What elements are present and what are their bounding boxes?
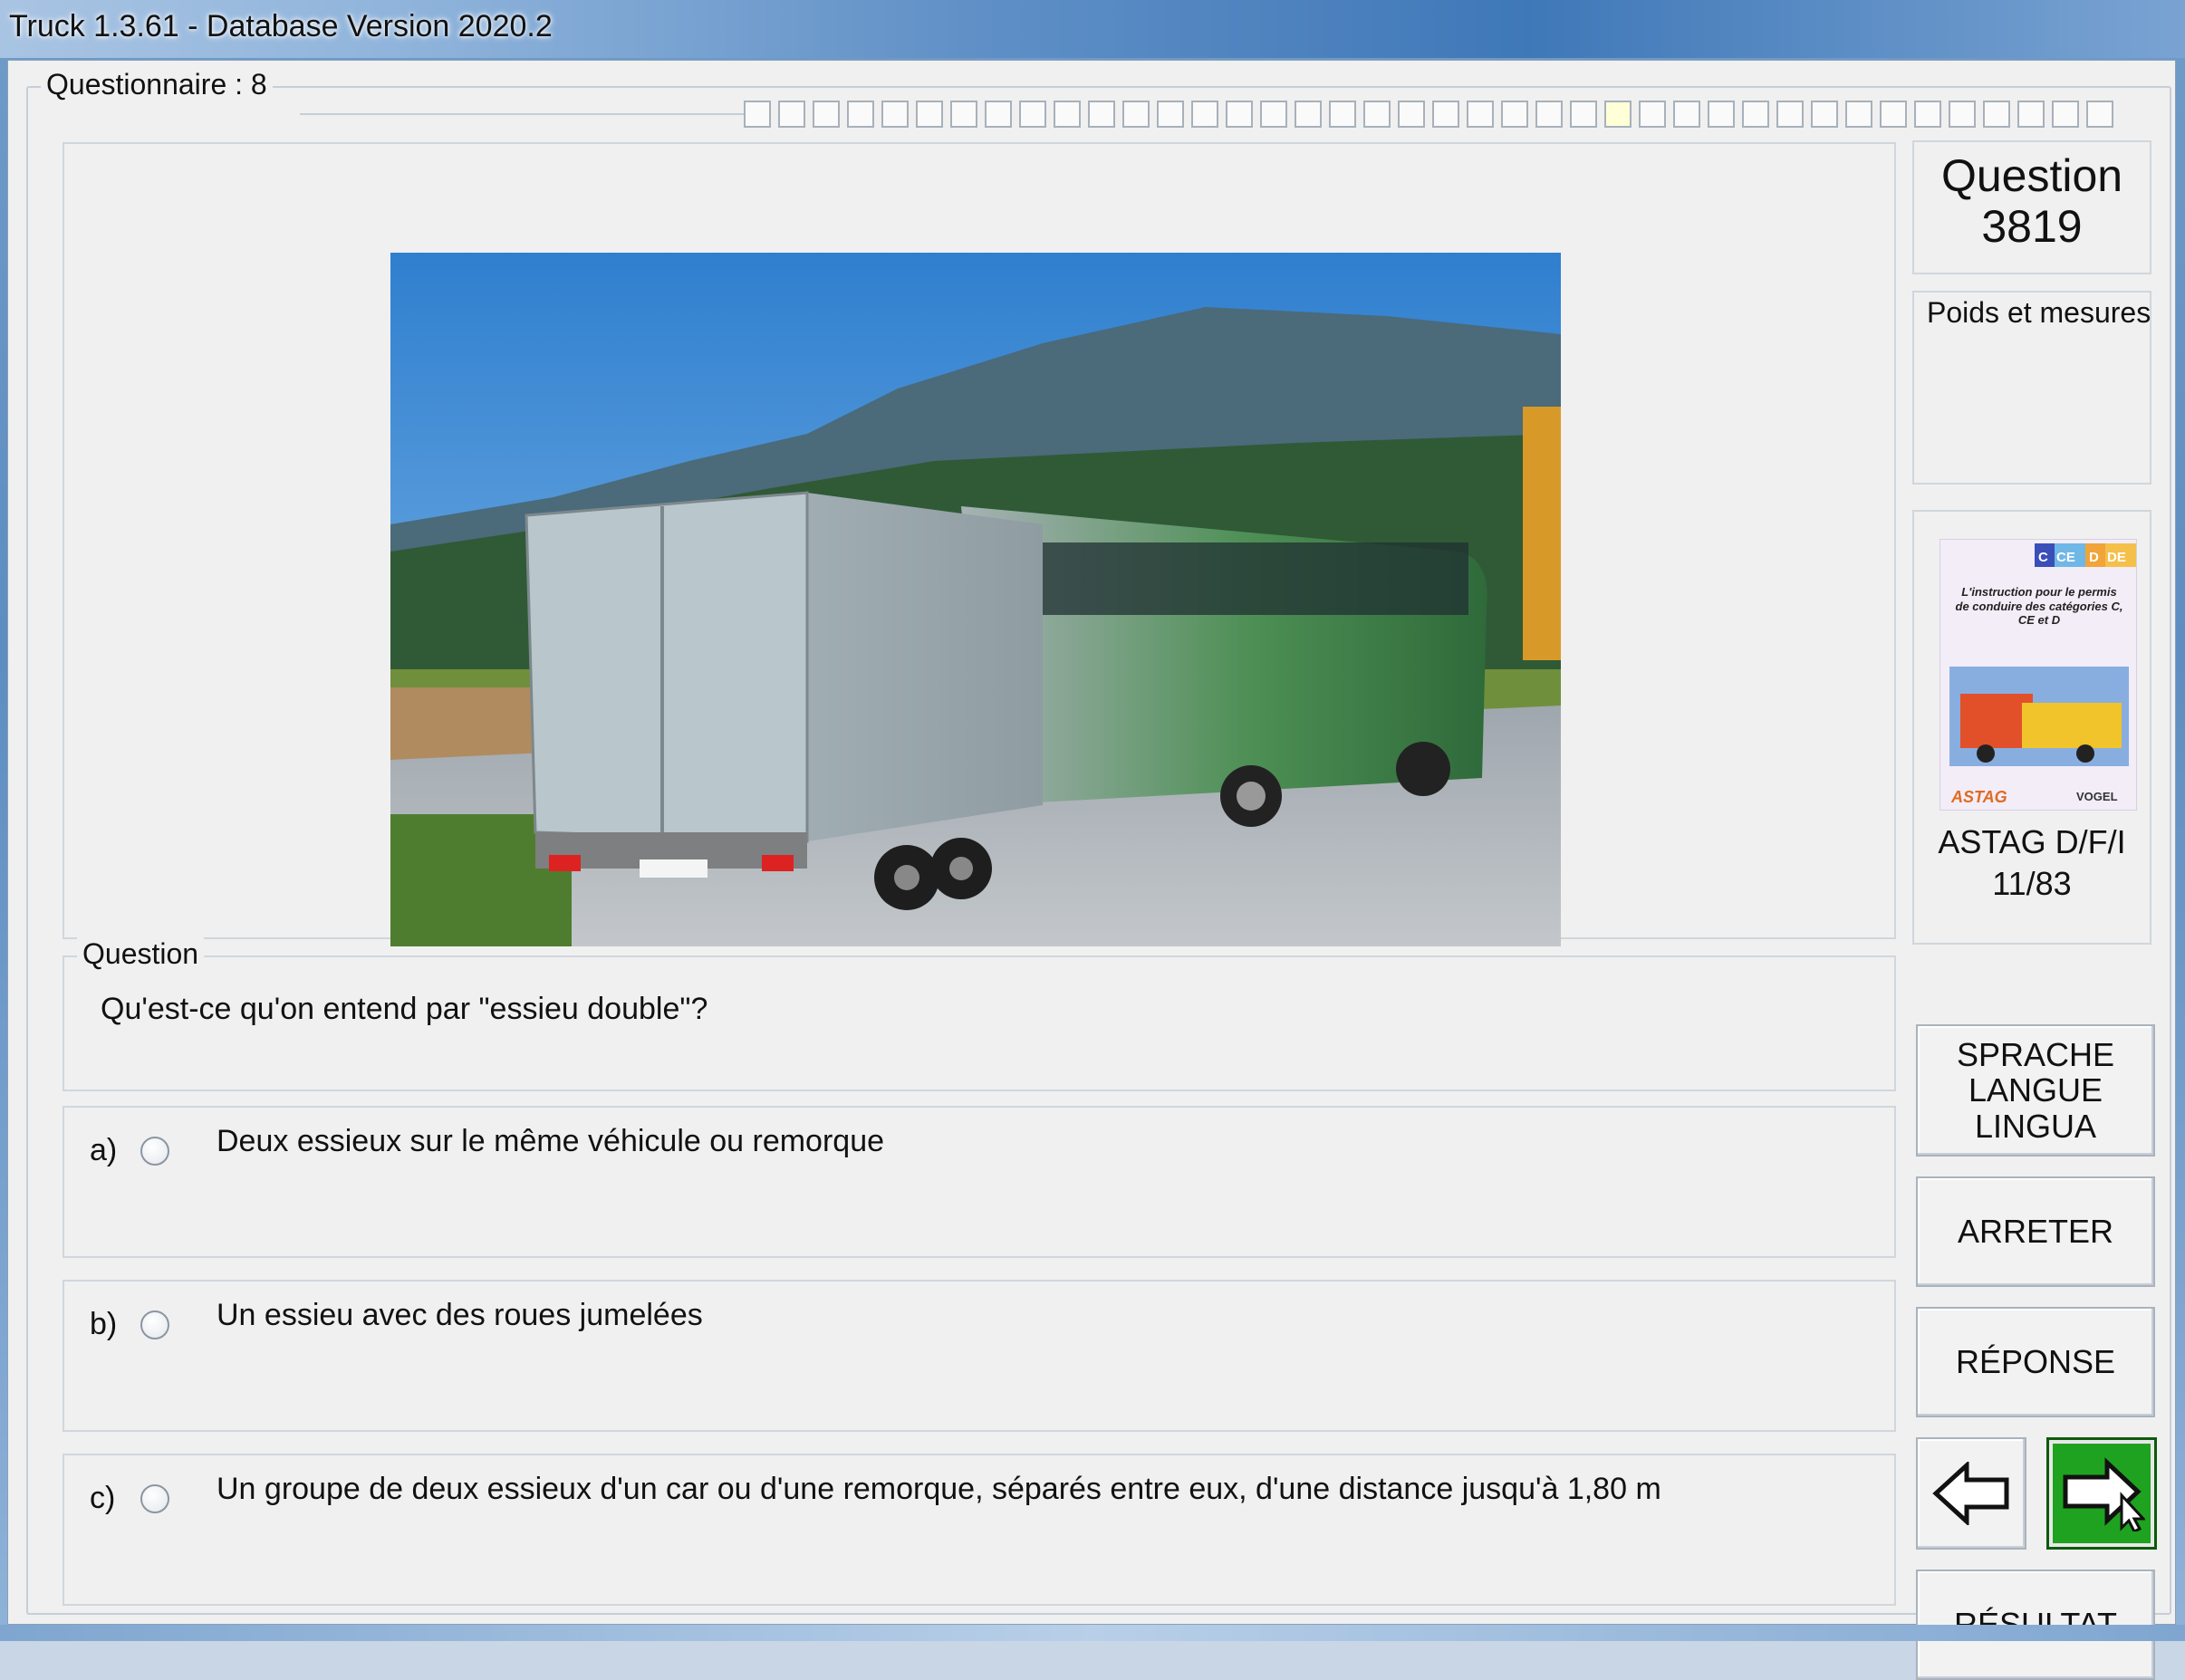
- progress-square: [1088, 101, 1115, 128]
- progress-square: [1157, 101, 1184, 128]
- reference-book-box: C CE D DE L'instruction pour le permis d…: [1912, 510, 2151, 945]
- language-label-fr: LANGUE: [1968, 1071, 2103, 1109]
- questionnaire-group: Questionnaire : 8 Question Qu'est-ce qu'…: [26, 68, 2171, 1680]
- progress-square: [1914, 101, 1941, 128]
- question-number-box: Question 3819: [1912, 140, 2151, 274]
- progress-square: [1949, 101, 1976, 128]
- question-box: Question Qu'est-ce qu'on entend par "ess…: [63, 937, 1896, 1091]
- question-progress: [744, 101, 2113, 128]
- book-badge: C: [2038, 550, 2048, 565]
- progress-square: [813, 101, 840, 128]
- answer-letter: c): [90, 1481, 116, 1515]
- stop-button[interactable]: ARRETER: [1916, 1176, 2155, 1287]
- progress-square: [1295, 101, 1322, 128]
- language-label-de: SPRACHE: [1956, 1035, 2115, 1073]
- answer-b-radio[interactable]: [140, 1310, 169, 1339]
- book-badge: CE: [2056, 550, 2075, 565]
- book-publisher-right: VOGEL: [2076, 790, 2118, 803]
- mouse-cursor-icon: [2120, 1492, 2145, 1531]
- progress-square: [881, 101, 909, 128]
- answer-button[interactable]: RÉPONSE: [1916, 1307, 2155, 1417]
- question-group-label: Question: [77, 937, 205, 971]
- progress-square: [744, 101, 771, 128]
- progress-square: [1398, 101, 1425, 128]
- progress-square: [1122, 101, 1150, 128]
- progress-square: [847, 101, 874, 128]
- progress-square: [916, 101, 943, 128]
- previous-button[interactable]: [1916, 1437, 2026, 1550]
- progress-square: [1054, 101, 1081, 128]
- answer-letter: a): [90, 1133, 118, 1167]
- client-area: Questionnaire : 8 Question Qu'est-ce qu'…: [7, 60, 2176, 1680]
- answer-letter: b): [90, 1307, 118, 1341]
- progress-square: [1501, 101, 1528, 128]
- left-arrow-icon: [1932, 1462, 2009, 1525]
- progress-square: [2086, 101, 2113, 128]
- book-label: ASTAG D/F/I: [1938, 823, 2126, 860]
- book-badge: DE: [2107, 550, 2126, 565]
- progress-square: [985, 101, 1012, 128]
- book-badge: D: [2089, 550, 2099, 565]
- progress-square: [1673, 101, 1700, 128]
- progress-square: [1708, 101, 1735, 128]
- language-button[interactable]: SPRACHE LANGUE LINGUA: [1916, 1024, 2155, 1157]
- window-title: Truck 1.3.61 - Database Version 2020.2: [9, 9, 553, 43]
- app-window: Truck 1.3.61 - Database Version 2020.2 Q…: [0, 0, 2185, 1680]
- answer-a-radio[interactable]: [140, 1137, 169, 1166]
- progress-square: [1570, 101, 1597, 128]
- language-label-it: LINGUA: [1974, 1107, 2097, 1145]
- progress-square: [1363, 101, 1391, 128]
- progress-square: [1776, 101, 1804, 128]
- category-label: Poids et mesures: [1927, 296, 2151, 329]
- progress-square: [2017, 101, 2045, 128]
- book-page: 11/83: [1992, 865, 2072, 902]
- question-number: 3819: [1981, 201, 2083, 252]
- progress-square: [1880, 101, 1907, 128]
- question-number-label: Question: [1940, 150, 2123, 201]
- book-publisher-left: ASTAG: [1950, 788, 2007, 806]
- right-arrow-icon: [2063, 1457, 2145, 1531]
- progress-square: [1639, 101, 1666, 128]
- progress-square: [950, 101, 977, 128]
- progress-square: [1329, 101, 1356, 128]
- answer-b[interactable]: b) Un essieu avec des roues jumelées: [63, 1280, 1896, 1432]
- progress-square: [1019, 101, 1046, 128]
- next-button[interactable]: [2046, 1437, 2157, 1550]
- progress-square: [1535, 101, 1563, 128]
- progress-divider: [300, 113, 744, 115]
- answer-c[interactable]: c) Un groupe de deux essieux d'un car ou…: [63, 1454, 1896, 1606]
- category-box: Poids et mesures: [1912, 291, 2151, 485]
- book-cover-image: C CE D DE L'instruction pour le permis d…: [1940, 539, 2137, 811]
- title-bar[interactable]: Truck 1.3.61 - Database Version 2020.2: [0, 0, 2185, 58]
- progress-square: [1226, 101, 1253, 128]
- question-text: Qu'est-ce qu'on entend par "essieu doubl…: [101, 992, 708, 1026]
- answer-text: Un essieu avec des roues jumelées: [217, 1298, 703, 1332]
- answer-text: Deux essieux sur le même véhicule ou rem…: [217, 1124, 885, 1158]
- progress-square: [1260, 101, 1287, 128]
- progress-square: [1432, 101, 1459, 128]
- answer-a[interactable]: a) Deux essieux sur le même véhicule ou …: [63, 1106, 1896, 1258]
- progress-square: [1983, 101, 2010, 128]
- window-bottom-border: [0, 1625, 2185, 1641]
- progress-square: [2052, 101, 2079, 128]
- question-photo: [390, 253, 1561, 946]
- book-cover-text: L'instruction pour le permis de conduire…: [1955, 585, 2123, 628]
- answer-c-radio[interactable]: [140, 1484, 169, 1513]
- progress-square: [1604, 101, 1632, 128]
- progress-square: [1467, 101, 1494, 128]
- progress-square: [1191, 101, 1218, 128]
- progress-square: [778, 101, 805, 128]
- progress-square: [1845, 101, 1872, 128]
- progress-square: [1811, 101, 1838, 128]
- questionnaire-label: Questionnaire : 8: [41, 68, 273, 101]
- image-panel: [63, 142, 1896, 946]
- progress-square: [1742, 101, 1769, 128]
- answer-text: Un groupe de deux essieux d'un car ou d'…: [217, 1472, 1661, 1506]
